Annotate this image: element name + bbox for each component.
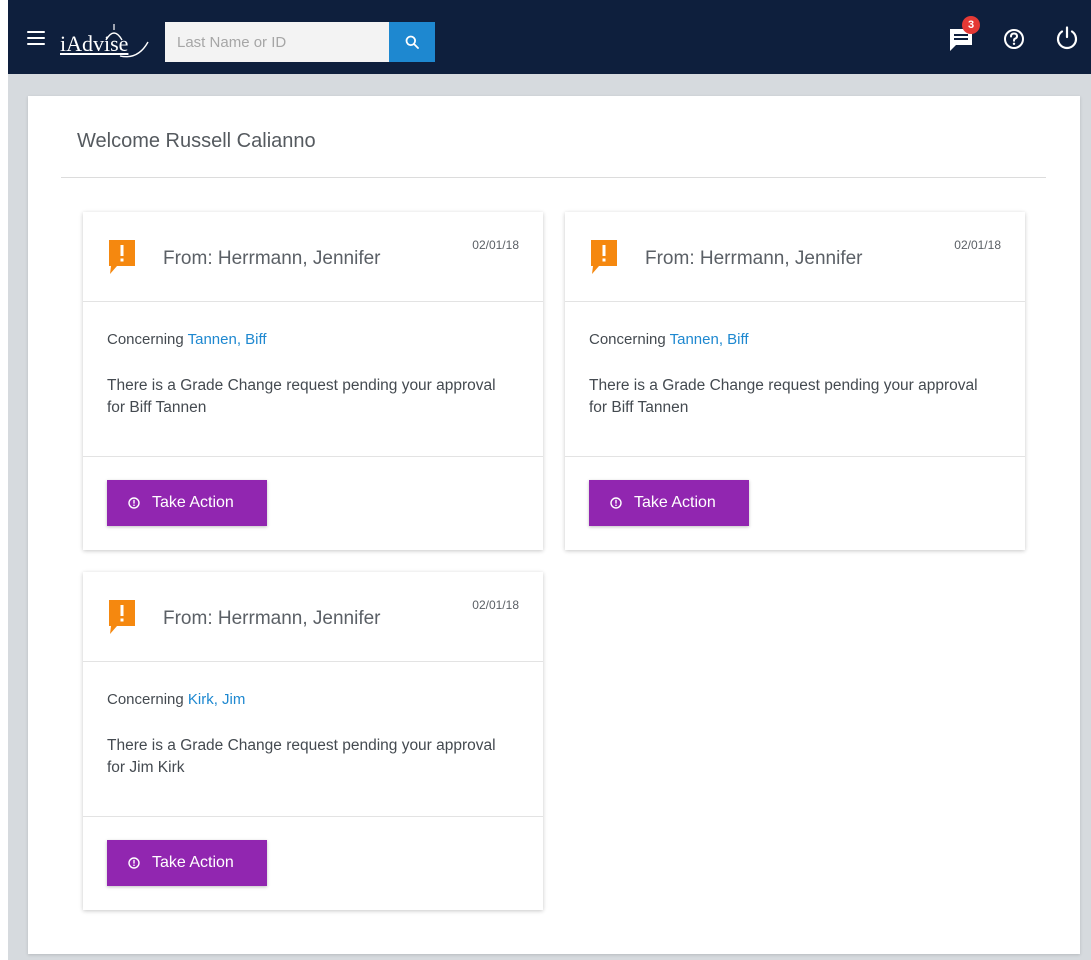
card-header: From: Herrmann, Jennifer 02/01/18 xyxy=(83,572,543,662)
help-icon[interactable] xyxy=(1003,28,1025,50)
student-link[interactable]: Tannen, Biff xyxy=(188,331,267,348)
concerning-label: Concerning xyxy=(589,331,666,348)
student-link[interactable]: Kirk, Jim xyxy=(188,691,246,708)
logo-text: iAdvise xyxy=(60,31,129,56)
student-link[interactable]: Tannen, Biff xyxy=(670,331,749,348)
notification-date: 02/01/18 xyxy=(472,598,519,612)
card-body: Concerning Tannen, Biff There is a Grade… xyxy=(565,302,1025,457)
info-icon xyxy=(128,857,140,869)
alert-icon xyxy=(109,240,135,274)
notification-message: There is a Grade Change request pending … xyxy=(107,737,496,776)
take-action-button[interactable]: Take Action xyxy=(589,480,749,526)
search-button[interactable] xyxy=(389,22,435,62)
info-icon xyxy=(128,497,140,509)
info-icon xyxy=(610,497,622,509)
card-header: From: Herrmann, Jennifer 02/01/18 xyxy=(565,212,1025,302)
alert-icon xyxy=(109,600,135,634)
notification-date: 02/01/18 xyxy=(472,238,519,252)
card-body: Concerning Tannen, Biff There is a Grade… xyxy=(83,302,543,457)
concerning-line: Concerning Tannen, Biff xyxy=(107,331,267,348)
take-action-label: Take Action xyxy=(152,854,234,871)
power-icon[interactable] xyxy=(1055,26,1079,50)
notification-message: There is a Grade Change request pending … xyxy=(589,377,978,416)
menu-icon[interactable] xyxy=(27,31,47,47)
take-action-button[interactable]: Take Action xyxy=(107,840,267,886)
top-nav-bar: iAdvise 3 xyxy=(8,0,1091,74)
notification-card: From: Herrmann, Jennifer 02/01/18 Concer… xyxy=(83,212,543,550)
card-header: From: Herrmann, Jennifer 02/01/18 xyxy=(83,212,543,302)
notification-date: 02/01/18 xyxy=(954,238,1001,252)
search-input[interactable] xyxy=(165,22,389,62)
notification-card: From: Herrmann, Jennifer 02/01/18 Concer… xyxy=(83,572,543,910)
notification-message: There is a Grade Change request pending … xyxy=(107,377,496,416)
concerning-label: Concerning xyxy=(107,331,184,348)
concerning-label: Concerning xyxy=(107,691,184,708)
sender-name: From: Herrmann, Jennifer xyxy=(163,248,381,269)
take-action-button[interactable]: Take Action xyxy=(107,480,267,526)
welcome-heading: Welcome Russell Calianno xyxy=(77,130,316,152)
notification-card: From: Herrmann, Jennifer 02/01/18 Concer… xyxy=(565,212,1025,550)
sender-name: From: Herrmann, Jennifer xyxy=(163,608,381,629)
concerning-line: Concerning Tannen, Biff xyxy=(589,331,749,348)
card-body: Concerning Kirk, Jim There is a Grade Ch… xyxy=(83,662,543,817)
alert-icon xyxy=(591,240,617,274)
search-icon xyxy=(405,35,419,49)
concerning-line: Concerning Kirk, Jim xyxy=(107,691,245,708)
messages-badge: 3 xyxy=(962,16,980,34)
divider xyxy=(61,177,1046,178)
sender-name: From: Herrmann, Jennifer xyxy=(645,248,863,269)
take-action-label: Take Action xyxy=(634,494,716,511)
app-logo[interactable]: iAdvise xyxy=(60,22,160,62)
take-action-label: Take Action xyxy=(152,494,234,511)
